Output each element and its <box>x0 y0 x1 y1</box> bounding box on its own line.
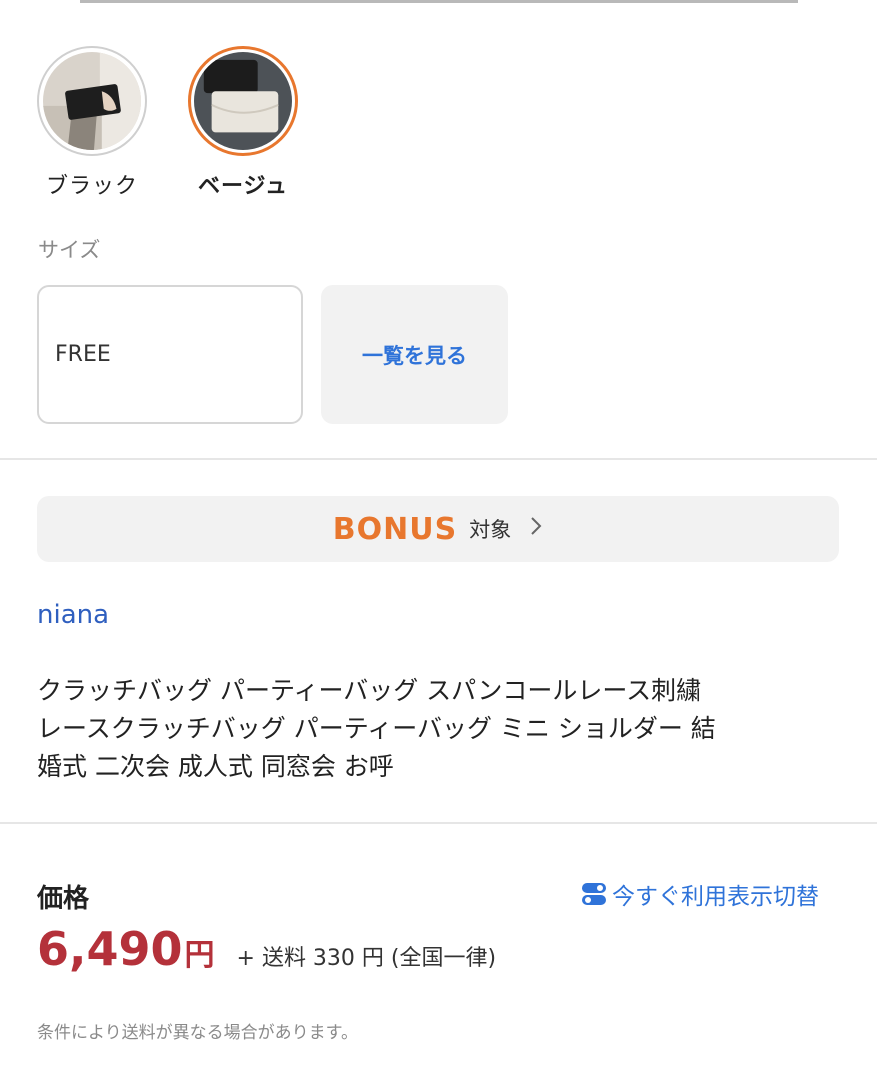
shipping-fee: + 送料 330 円 (全国一律) <box>236 946 497 971</box>
swatch-ring <box>37 46 147 156</box>
bonus-word: BONUS <box>332 511 458 547</box>
price-display-switch-label: 今すぐ利用表示切替 <box>612 884 819 910</box>
see-all-sizes-button[interactable]: 一覧を見る <box>321 285 508 424</box>
product-title-line: レースクラッチバッグ パーティーバッグ ミニ ショルダー 結 <box>37 714 716 743</box>
bonus-target-label: 対象 <box>469 518 512 542</box>
size-heading: サイズ <box>38 238 101 262</box>
price-heading: 価格 <box>37 884 90 914</box>
bonus-banner[interactable]: BONUS 対象 <box>37 496 839 562</box>
size-option-free[interactable]: FREE <box>37 285 303 424</box>
color-option-label: ベージュ <box>197 174 289 199</box>
beige-bag-thumbnail <box>194 52 292 150</box>
previous-image-edge <box>80 0 798 3</box>
color-option-beige[interactable]: ベージュ <box>188 46 298 200</box>
section-divider <box>0 822 877 824</box>
product-title-line: クラッチバッグ パーティーバッグ スパンコールレース刺繍 <box>37 676 702 705</box>
price-unit: 円 <box>184 938 215 973</box>
black-bag-thumbnail <box>43 52 141 150</box>
product-title-line: 婚式 二次会 成人式 同窓会 お呼 <box>37 752 394 781</box>
section-divider <box>0 458 877 460</box>
price-row: 6,490 円 + 送料 330 円 (全国一律) <box>37 922 496 976</box>
price-display-switch[interactable]: 今すぐ利用表示切替 <box>580 877 819 911</box>
color-option-black[interactable]: ブラック <box>37 46 147 200</box>
toggle-icon <box>580 880 608 908</box>
chevron-right-icon <box>529 515 543 543</box>
color-option-label: ブラック <box>45 174 138 199</box>
shop-name-link[interactable]: niana <box>37 600 109 630</box>
price-value: 6,490 <box>37 922 183 976</box>
see-all-label: 一覧を見る <box>362 343 467 368</box>
size-option-label: FREE <box>55 342 111 367</box>
product-title: クラッチバッグ パーティーバッグ スパンコールレース刺繍 レースクラッチバッグ … <box>37 672 837 786</box>
shipping-note: 条件により送料が異なる場合があります。 <box>37 1023 358 1043</box>
swatch-ring-selected <box>188 46 298 156</box>
